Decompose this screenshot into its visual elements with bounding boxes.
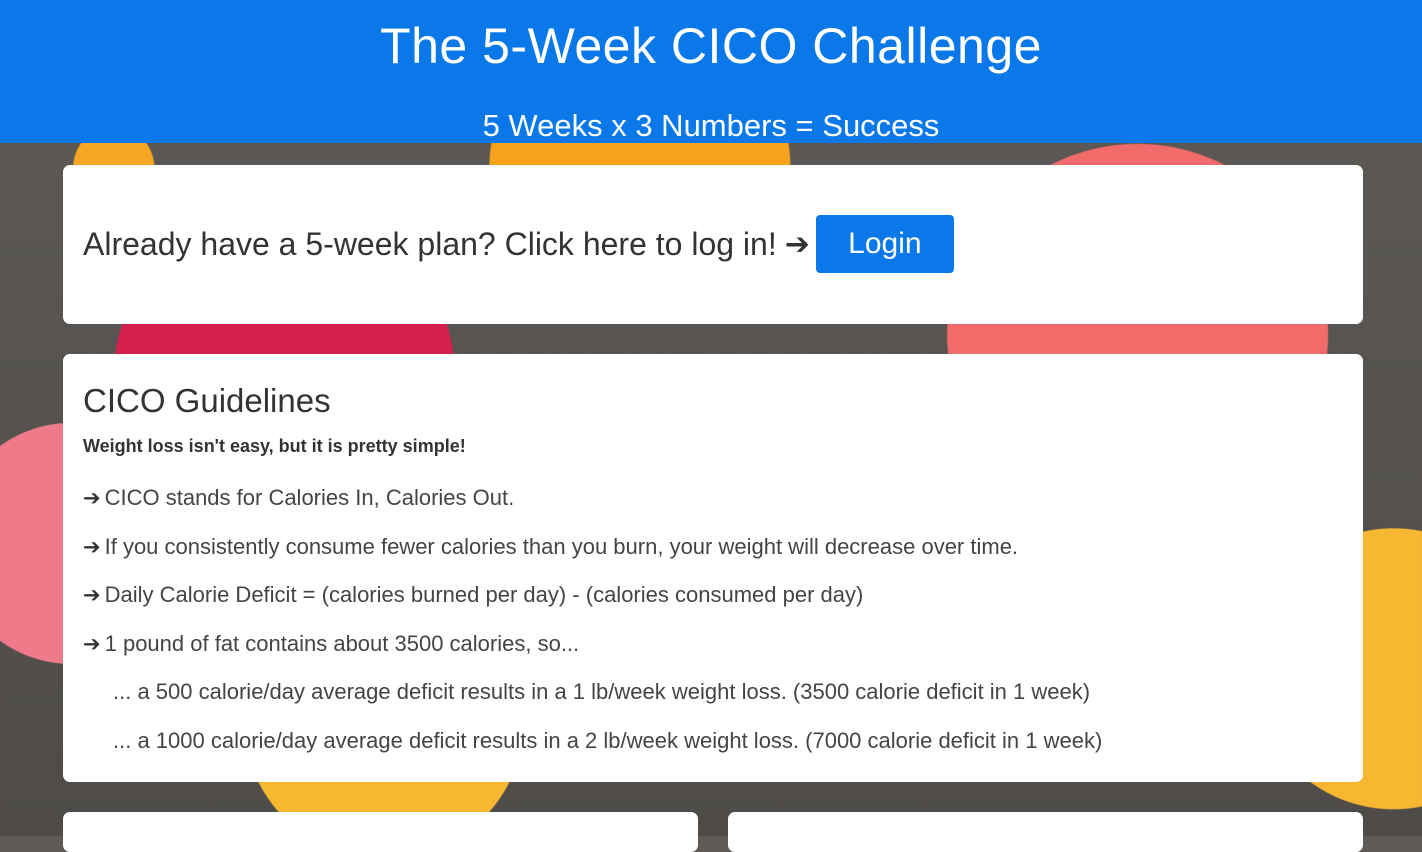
guidelines-list: ➔ CICO stands for Calories In, Calories … (83, 474, 1343, 765)
page-subtitle: 5 Weeks x 3 Numbers = Success (482, 108, 940, 143)
guideline-text: Daily Calorie Deficit = (calories burned… (104, 582, 864, 608)
guideline-text: 1 pound of fat contains about 3500 calor… (104, 630, 580, 656)
page-header: The 5-Week CICO Challenge 5 Weeks x 3 Nu… (0, 0, 1422, 143)
arrow-right-icon: ➔ (83, 486, 101, 511)
arrow-right-icon: ➔ (83, 534, 101, 559)
arrow-right-icon: ➔ (83, 631, 101, 656)
guidelines-title: CICO Guidelines (83, 382, 331, 419)
login-prompt: Already have a 5-week plan? Click here t… (83, 225, 777, 262)
guideline-text: CICO stands for Calories In, Calories Ou… (104, 485, 515, 511)
guidelines-intro: Weight loss isn't easy, but it is pretty… (83, 436, 466, 456)
login-row: Already have a 5-week plan? Click here t… (83, 215, 954, 273)
guideline-text: If you consistently consume fewer calori… (104, 533, 1019, 559)
login-card: Already have a 5-week plan? Click here t… (63, 165, 1363, 324)
list-item: ➔ 1 pound of fat contains about 3500 cal… (83, 620, 1343, 669)
list-item: ➔ If you consistently consume fewer calo… (83, 523, 1343, 572)
cico-guidelines-card: CICO Guidelines Weight loss isn't easy, … (63, 354, 1363, 782)
arrow-right-icon: ➔ (83, 583, 101, 608)
guideline-subtext: ... a 1000 calorie/day average deficit r… (113, 727, 1103, 753)
list-item: ➔ CICO stands for Calories In, Calories … (83, 474, 1343, 523)
list-subitem: ... a 1000 calorie/day average deficit r… (83, 717, 1343, 766)
login-button[interactable]: Login (815, 215, 954, 273)
guideline-subtext: ... a 500 calorie/day average deficit re… (113, 679, 1091, 705)
next-card-left (63, 812, 698, 852)
list-item: ➔ Daily Calorie Deficit = (calories burn… (83, 571, 1343, 620)
arrow-right-icon: ➔ (784, 226, 810, 262)
page-title: The 5-Week CICO Challenge (380, 18, 1042, 74)
next-card-right (728, 812, 1363, 852)
list-subitem: ... a 500 calorie/day average deficit re… (83, 668, 1343, 717)
